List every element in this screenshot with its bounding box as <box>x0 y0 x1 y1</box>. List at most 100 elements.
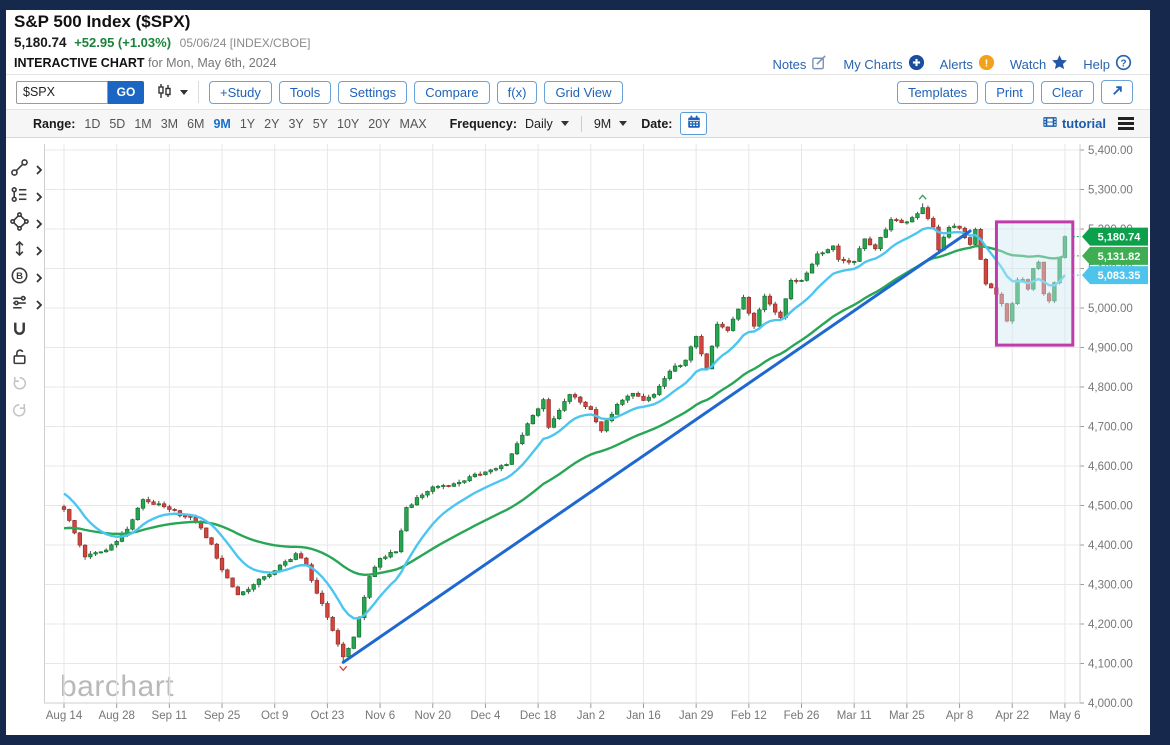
unlock-tool[interactable] <box>10 347 42 365</box>
price-chart[interactable]: barchart5,400.005,300.005,200.005,100.00… <box>44 140 1150 734</box>
range-option-3m[interactable]: 3M <box>161 117 178 131</box>
range-bar-right: tutorial <box>1042 114 1150 133</box>
quote-meta: 05/06/24 [INDEX/CBOE] <box>180 36 311 50</box>
updown-arrow-tool[interactable] <box>10 239 42 257</box>
my-charts-link[interactable]: My Charts <box>843 54 924 74</box>
range-option-5y[interactable]: 5Y <box>313 117 328 131</box>
range-options: 1D 5D 1M 3M 6M 9M 1Y 2Y 3Y 5Y 10Y 20Y MAX <box>84 117 435 131</box>
compare-button[interactable]: Compare <box>414 81 489 104</box>
trendline-tool[interactable] <box>10 158 42 176</box>
tools-button[interactable]: Tools <box>279 81 331 104</box>
toolbar-left-buttons: +Study Tools Settings Compare f(x) Grid View <box>209 81 630 104</box>
range-option-max[interactable]: MAX <box>400 117 427 131</box>
y-axis-label: 4,900.00 <box>1088 343 1133 355</box>
range-option-10y[interactable]: 10Y <box>337 117 359 131</box>
star-icon <box>1051 54 1068 74</box>
x-axis-label: Jan 29 <box>679 710 714 722</box>
frequency-label: Frequency: <box>450 117 517 131</box>
shapes-tool[interactable] <box>10 212 42 230</box>
chart-area: barchart5,400.005,300.005,200.005,100.00… <box>44 140 1150 734</box>
help-link[interactable]: Help ? <box>1083 54 1132 74</box>
undo-button[interactable] <box>10 374 42 392</box>
chart-toolbar: GO +Study Tools Settings Compare f(x) Grid Vi… <box>6 75 1150 109</box>
chevron-right-icon <box>36 243 42 261</box>
chevron-down-icon <box>180 90 188 95</box>
toolbar-right-buttons: Templates Print Clear <box>897 80 1150 104</box>
chevron-right-icon <box>36 189 42 207</box>
settings-button[interactable]: Settings <box>338 81 407 104</box>
y-axis-label: 4,400.00 <box>1088 540 1133 552</box>
range-option-2y[interactable]: 2Y <box>264 117 279 131</box>
price-change: +52.95 (+1.03%) <box>74 35 171 50</box>
fx-button[interactable]: f(x) <box>497 81 538 104</box>
circled-b-tool[interactable]: B <box>10 266 42 284</box>
candlestick-type-icon <box>156 82 174 103</box>
x-axis-label: Dec 4 <box>470 710 501 722</box>
range-option-20y[interactable]: 20Y <box>368 117 390 131</box>
y-axis-label: 4,200.00 <box>1088 619 1133 631</box>
notes-edit-icon <box>811 54 828 74</box>
x-axis-label: Jan 16 <box>626 710 661 722</box>
y-axis-label: 5,000.00 <box>1088 303 1133 315</box>
range-label: Range: <box>33 117 75 131</box>
svg-text:5,083.35: 5,083.35 <box>1098 270 1141 282</box>
x-axis-label: Sep 11 <box>152 710 188 722</box>
go-button[interactable]: GO <box>108 81 144 104</box>
y-axis-label: 4,300.00 <box>1088 580 1133 592</box>
section-label: INTERACTIVE CHART <box>14 56 145 70</box>
x-axis-label: Aug 14 <box>46 710 83 722</box>
range-option-5d[interactable]: 5D <box>109 117 125 131</box>
print-button[interactable]: Print <box>985 81 1034 104</box>
grid-view-button[interactable]: Grid View <box>544 81 622 104</box>
drawing-toolbar: B <box>10 158 44 419</box>
range-option-9m[interactable]: 9M <box>213 117 230 131</box>
chevron-right-icon <box>36 270 42 288</box>
x-axis-label: Sep 25 <box>204 710 240 722</box>
range-option-6m[interactable]: 6M <box>187 117 204 131</box>
x-axis-label: Nov 20 <box>415 710 451 722</box>
x-axis-label: Apr 8 <box>946 710 974 722</box>
x-axis-label: Feb 12 <box>731 710 767 722</box>
x-axis-label: Jan 2 <box>577 710 605 722</box>
y-axis-label: 5,400.00 <box>1088 145 1133 157</box>
sliders-tool[interactable] <box>10 293 42 311</box>
clear-button[interactable]: Clear <box>1041 81 1094 104</box>
x-axis-label: Oct 9 <box>261 710 288 722</box>
alerts-link[interactable]: Alerts ! <box>940 54 995 74</box>
period-select[interactable]: 9M <box>594 117 627 131</box>
add-study-button[interactable]: +Study <box>209 81 272 104</box>
drawn-trendline[interactable] <box>343 231 970 662</box>
redo-button[interactable] <box>10 401 42 419</box>
header-nav: Notes My Charts Alerts ! Watch <box>772 54 1132 74</box>
chevron-down-icon <box>619 121 627 126</box>
frequency-select[interactable]: Daily <box>525 117 569 131</box>
highlight-annotation-box[interactable] <box>996 222 1072 345</box>
range-option-1m[interactable]: 1M <box>134 117 151 131</box>
section-date: for Mon, May 6th, 2024 <box>148 56 277 70</box>
tutorial-link[interactable]: tutorial <box>1042 114 1106 133</box>
x-axis-label: May 6 <box>1049 710 1080 722</box>
annotations-tool[interactable] <box>10 185 42 203</box>
range-option-1d[interactable]: 1D <box>84 117 100 131</box>
range-option-1y[interactable]: 1Y <box>240 117 255 131</box>
x-axis-label: Mar 25 <box>889 710 925 722</box>
watch-link[interactable]: Watch <box>1010 54 1068 74</box>
svg-text:!: ! <box>985 58 988 69</box>
range-bar: Range: 1D 5D 1M 3M 6M 9M 1Y 2Y 3Y 5Y 10Y 20Y MAX Fre… <box>6 109 1150 138</box>
svg-text:B: B <box>16 270 23 281</box>
magnet-tool[interactable] <box>10 320 42 338</box>
expand-annotate-button[interactable] <box>1101 80 1133 104</box>
menu-icon[interactable] <box>1118 117 1134 130</box>
symbol-input[interactable] <box>16 81 108 104</box>
y-axis-label: 4,600.00 <box>1088 461 1133 473</box>
range-option-3y[interactable]: 3Y <box>288 117 303 131</box>
notes-link[interactable]: Notes <box>772 54 828 74</box>
svg-text:5,180.74: 5,180.74 <box>1098 232 1142 244</box>
calendar-button[interactable] <box>680 112 707 135</box>
chart-type-button[interactable] <box>154 80 190 105</box>
x-axis-label: Oct 23 <box>310 710 344 722</box>
templates-button[interactable]: Templates <box>897 81 978 104</box>
x-axis-label: Nov 6 <box>365 710 395 722</box>
y-axis-label: 4,500.00 <box>1088 501 1133 513</box>
chart-page: S&P 500 Index ($SPX) 5,180.74 +52.95 (+1… <box>6 10 1150 735</box>
